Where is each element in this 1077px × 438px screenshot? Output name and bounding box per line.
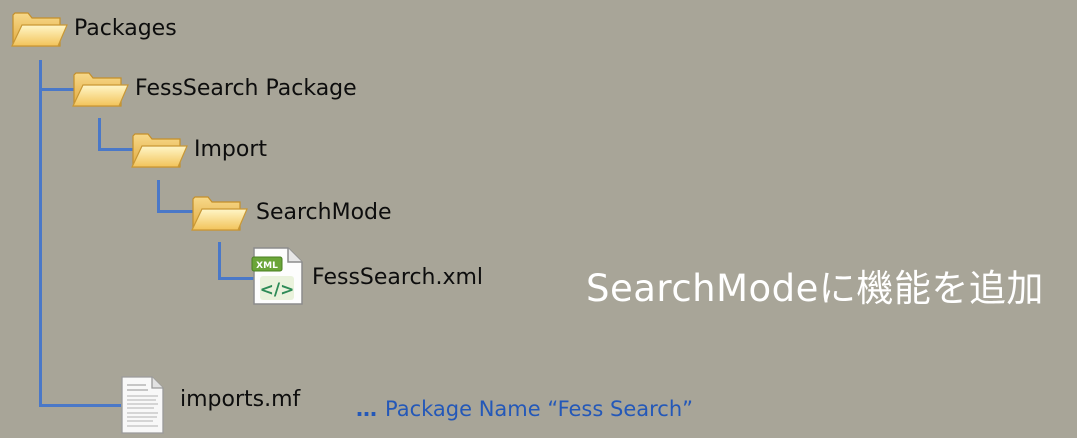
manifest-note-text: Package Name “Fess Search” [385, 397, 694, 421]
tree-node-label: SearchMode [256, 199, 392, 225]
tree-node-fesssearch-xml[interactable]: XML </> FessSearch.xml [250, 246, 483, 308]
folder-icon [191, 196, 248, 231]
xml-badge: XML [256, 261, 278, 271]
tree-node-fesssearch-package[interactable]: FessSearch Package [71, 66, 357, 110]
searchmode-annotation: SearchModeに機能を追加 [586, 267, 1044, 310]
tree-connector-package-vertical [98, 118, 101, 150]
folder-icon [72, 72, 129, 107]
ellipsis-marker: … [356, 397, 377, 421]
tree-connector-manifest-horizontal [39, 404, 121, 407]
tree-connector-searchmode-vertical [218, 242, 221, 280]
tree-connector-root-vertical [39, 60, 42, 407]
tree-connector-xml-horizontal [218, 277, 254, 280]
tree-node-label: Import [194, 136, 268, 162]
tree-node-searchmode[interactable]: SearchMode [190, 190, 392, 234]
tree-connector-import-vertical [157, 180, 160, 212]
tree-node-label: Packages [74, 15, 177, 41]
tree-node-imports-mf[interactable]: imports.mf [118, 375, 300, 435]
document-icon [121, 376, 164, 434]
manifest-note: … Package Name “Fess Search” [356, 397, 693, 421]
code-glyph: </> [260, 280, 295, 300]
tree-node-label: imports.mf [180, 386, 301, 412]
xml-file-icon: XML </> [251, 247, 303, 305]
tree-node-import[interactable]: Import [130, 127, 267, 171]
tree-node-label: FessSearch.xml [312, 264, 484, 290]
tree-node-packages[interactable]: Packages [10, 6, 177, 50]
folder-icon [131, 133, 188, 168]
tree-node-label: FessSearch Package [135, 75, 357, 101]
folder-icon [11, 12, 68, 47]
